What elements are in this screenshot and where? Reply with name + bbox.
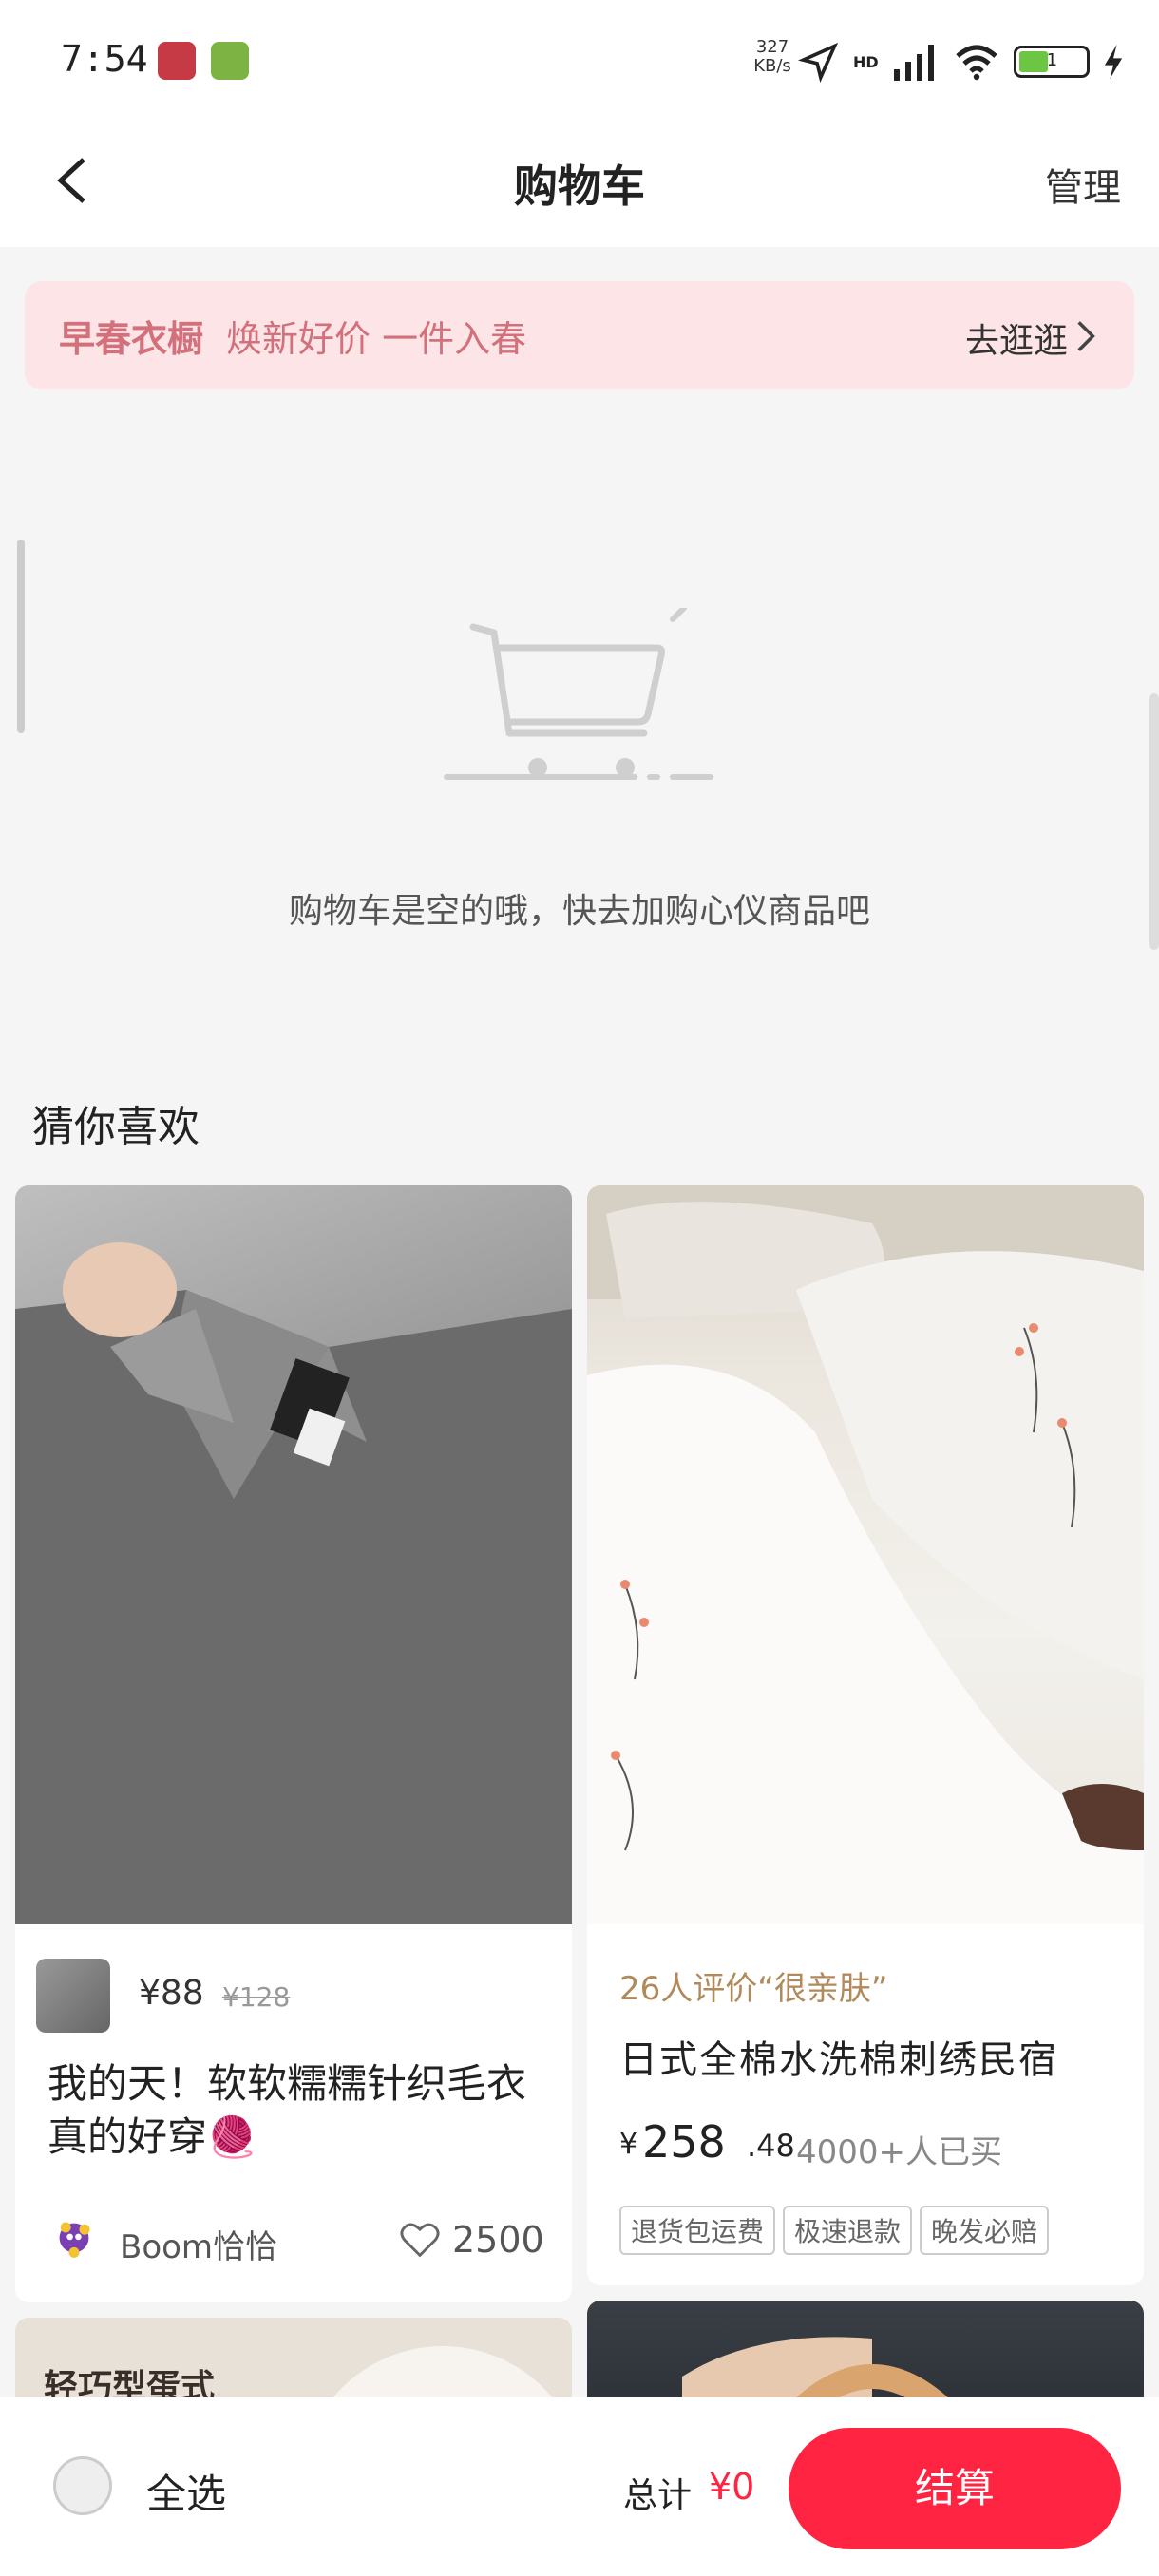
total-value: ¥0: [709, 2466, 755, 2508]
heart-icon[interactable]: [399, 2221, 441, 2259]
author-name[interactable]: Boom恰恰: [120, 2221, 277, 2267]
bedding-photo: [587, 1185, 1144, 1924]
service-tag: 极速退款: [783, 2206, 913, 2255]
product-card[interactable]: 26人评价“很亲肤” 日式全棉水洗棉刺绣民宿 ¥ 258 .48 4000+人已…: [587, 1185, 1144, 2285]
select-all-checkbox[interactable]: [53, 2456, 112, 2515]
location-icon: [798, 42, 839, 83]
banner-tag: 早春衣橱: [59, 318, 204, 360]
hd-label: HD: [853, 52, 879, 71]
battery-level: 1: [1046, 50, 1058, 70]
charging-bolt-icon: [1104, 44, 1122, 80]
product-title[interactable]: 我的天！软软糯糯针织毛衣真的好穿🧶: [48, 2057, 551, 2164]
app-notification-icon: [158, 42, 196, 80]
manage-button[interactable]: 管理: [1045, 157, 1121, 212]
network-speed-unit: KB/s: [753, 56, 791, 76]
empty-cart-icon: [444, 608, 713, 780]
service-tag: 退货包运费: [619, 2206, 776, 2255]
original-price: ¥128: [222, 1981, 291, 2013]
battery-icon: 1: [1013, 46, 1090, 78]
product-thumbnail: [36, 1959, 110, 2033]
review-highlight: 26人评价“很亲肤”: [619, 1970, 888, 2008]
chevron-right-icon[interactable]: [1072, 315, 1100, 357]
total-label: 总计: [623, 2476, 693, 2515]
sweater-photo: [15, 1242, 572, 1924]
product-image[interactable]: [587, 1185, 1144, 1924]
product-title[interactable]: 日式全棉水洗棉刺绣民宿: [619, 2029, 1123, 2084]
empty-cart-message: 购物车是空的哦，快去加购心仪商品吧: [288, 892, 870, 931]
author-avatar[interactable]: [53, 2217, 95, 2259]
status-icons: HD 1: [798, 38, 1124, 85]
price-currency: ¥: [619, 2128, 638, 2161]
network-speed: 327 KB/s: [750, 38, 794, 76]
status-time: 7:54: [61, 38, 148, 80]
select-all-label[interactable]: 全选: [146, 2462, 226, 2520]
price-decimal: .48: [747, 2128, 795, 2164]
product-image[interactable]: [15, 1185, 572, 1924]
like-count: 2500: [452, 2219, 544, 2261]
banner-action-link[interactable]: 去逛逛: [965, 313, 1068, 363]
sold-count: 4000+人已买: [796, 2133, 1003, 2171]
service-tag: 晚发必赔: [920, 2206, 1050, 2255]
checkout-button[interactable]: 结算: [788, 2428, 1121, 2549]
wifi-icon: [956, 45, 998, 81]
section-title: 猜你喜欢: [32, 1103, 200, 1151]
charging-app-icon: [211, 42, 249, 80]
network-speed-value: 327: [755, 37, 789, 57]
product-price: ¥88: [139, 1974, 204, 2013]
promo-banner[interactable]: 早春衣橱 焕新好价 一件入春 去逛逛: [25, 281, 1134, 389]
page-title: 购物车: [514, 161, 645, 212]
scroll-indicator: [17, 540, 25, 733]
product-card[interactable]: ¥88 ¥128 我的天！软软糯糯针织毛衣真的好穿🧶 Boom恰恰 2500: [15, 1185, 572, 2302]
service-tags: 退货包运费 极速退款 晚发必赔: [619, 2206, 1050, 2255]
signal-icon: [893, 45, 934, 81]
product-price: 258: [642, 2116, 726, 2168]
banner-subtitle: 焕新好价 一件入春: [226, 318, 527, 360]
